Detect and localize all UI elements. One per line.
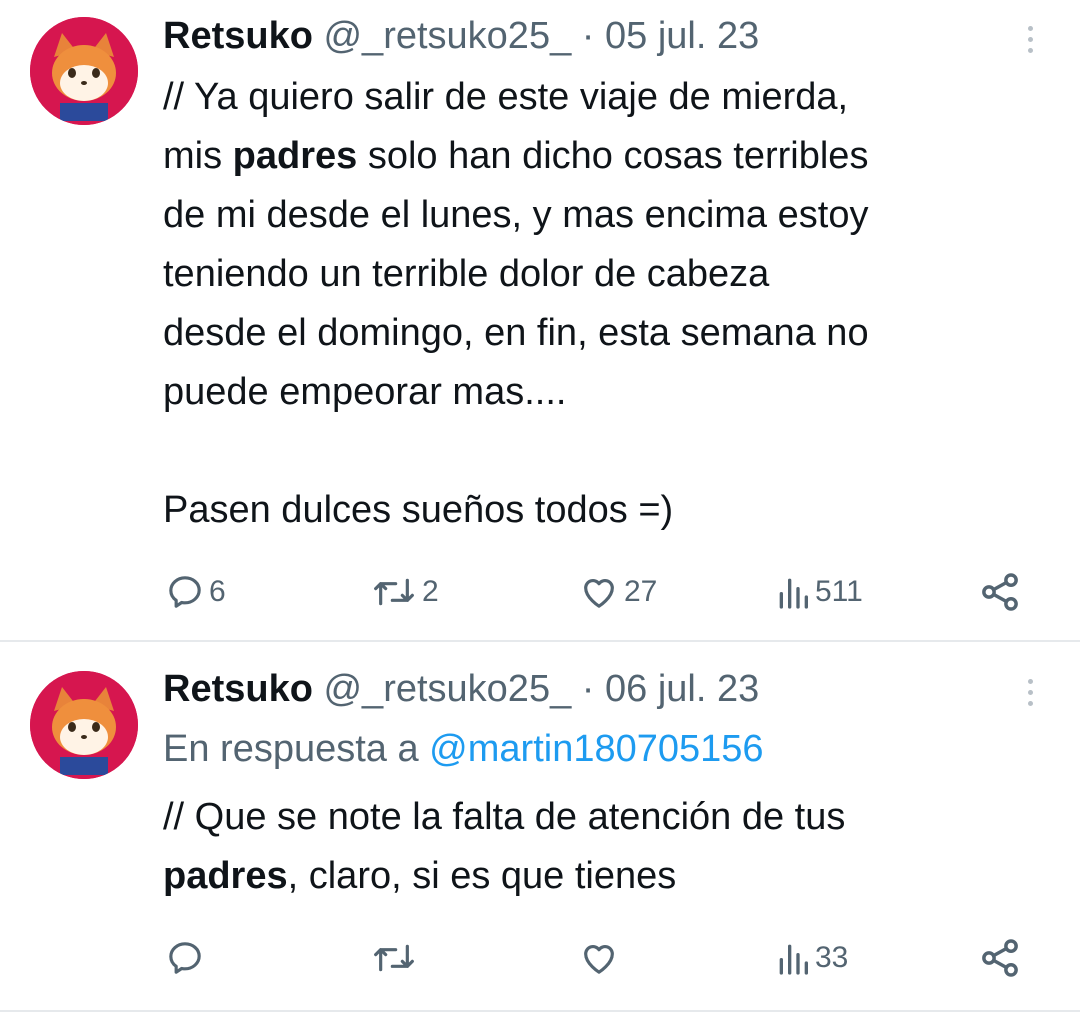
reply-context: En respuesta a @martin180705156 xyxy=(163,727,764,771)
share-icon xyxy=(982,573,1018,611)
views-icon xyxy=(779,578,808,609)
tweet-text-part: solo han dicho cosas terribles de mi des… xyxy=(163,135,869,531)
reply-button[interactable]: 6 xyxy=(165,567,226,617)
separator: · xyxy=(571,668,605,710)
handle[interactable]: @_retsuko25_ xyxy=(323,668,571,710)
avatar-image xyxy=(30,17,138,125)
like-button[interactable]: 27 xyxy=(578,567,657,617)
retweet-icon xyxy=(374,578,414,606)
tweet-date[interactable]: 06 jul. 23 xyxy=(605,668,759,710)
reply-prefix: En respuesta a xyxy=(163,728,430,770)
retweet-icon xyxy=(374,944,414,972)
reply-button[interactable] xyxy=(165,933,209,983)
views-count: 33 xyxy=(815,941,849,974)
share-button[interactable] xyxy=(978,933,1022,983)
like-button[interactable] xyxy=(578,933,624,983)
retweet-button[interactable]: 2 xyxy=(370,567,439,617)
display-name[interactable]: Retsuko xyxy=(163,668,313,710)
retweet-button[interactable] xyxy=(370,933,422,983)
reply-mention-link[interactable]: @martin180705156 xyxy=(429,728,763,770)
more-icon[interactable] xyxy=(1026,26,1034,53)
action-bar: 6 2 27 511 xyxy=(0,567,1080,617)
tweet-text-highlight: padres xyxy=(163,855,288,897)
action-bar: 33 xyxy=(0,933,1080,983)
divider xyxy=(0,1010,1080,1012)
share-button[interactable] xyxy=(978,567,1022,617)
more-icon[interactable] xyxy=(1026,679,1034,706)
separator: · xyxy=(571,15,605,57)
reply-icon xyxy=(169,942,201,974)
divider xyxy=(0,640,1080,642)
reply-icon xyxy=(169,576,201,608)
views-count: 511 xyxy=(815,575,863,608)
display-name[interactable]: Retsuko xyxy=(163,15,313,57)
tweet-text-highlight: padres xyxy=(232,135,358,177)
tweet-header: Retsuko @_retsuko25_ · 05 jul. 23 xyxy=(163,14,759,58)
tweet-text-part: // Que se note la falta de atención de t… xyxy=(163,796,846,838)
views-button[interactable]: 33 xyxy=(775,933,848,983)
tweet[interactable]: Retsuko @_retsuko25_ · 06 jul. 23 En res… xyxy=(0,643,1080,1013)
retweet-count: 2 xyxy=(422,575,439,608)
like-count: 27 xyxy=(624,575,658,608)
like-icon xyxy=(584,945,614,974)
tweet-text: // Que se note la falta de atención de t… xyxy=(163,788,845,906)
handle[interactable]: @_retsuko25_ xyxy=(323,15,571,57)
share-icon xyxy=(982,939,1018,977)
tweet[interactable]: Retsuko @_retsuko25_ · 05 jul. 23 // Ya … xyxy=(0,0,1080,640)
tweet-date[interactable]: 05 jul. 23 xyxy=(605,15,759,57)
tweet-header: Retsuko @_retsuko25_ · 06 jul. 23 xyxy=(163,667,759,711)
reply-count: 6 xyxy=(209,575,226,608)
views-button[interactable]: 511 xyxy=(775,567,863,617)
tweet-text: // Ya quiero salir de este viaje de mier… xyxy=(163,68,869,540)
avatar[interactable] xyxy=(30,17,138,125)
avatar-image xyxy=(30,671,138,779)
like-icon xyxy=(584,579,614,608)
tweet-text-part: , claro, si es que tienes xyxy=(287,855,677,897)
views-icon xyxy=(779,944,808,975)
avatar[interactable] xyxy=(30,671,138,779)
